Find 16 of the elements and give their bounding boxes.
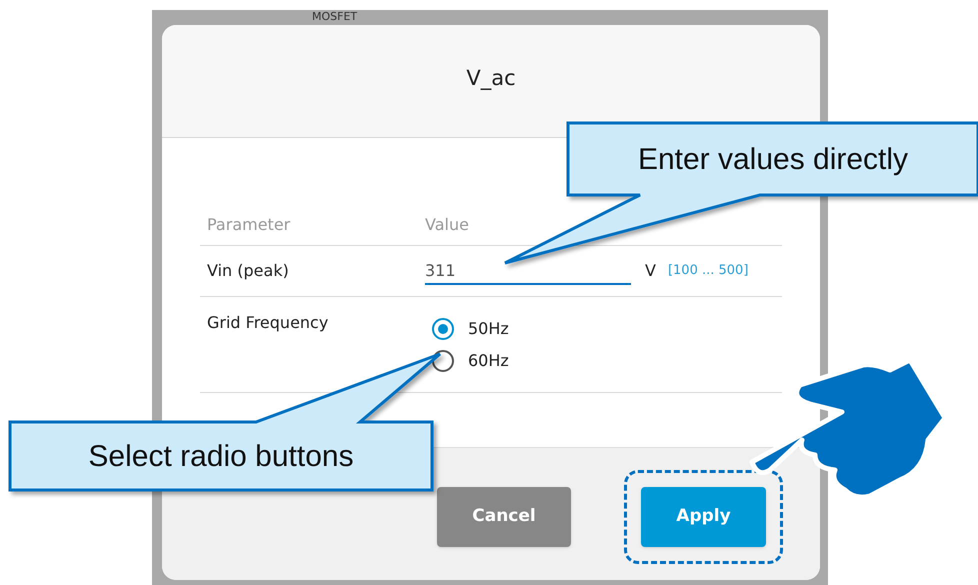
dialog-title: V_ac [466, 65, 516, 92]
apply-button[interactable]: Apply [641, 487, 766, 547]
parameter-label: Grid Frequency [206, 312, 330, 334]
parameter-label: Vin (peak) [206, 260, 290, 282]
radio-button[interactable] [432, 318, 454, 340]
unit-label: V [645, 260, 656, 282]
column-header: Value [425, 214, 469, 236]
radio-label: 60Hz [468, 350, 509, 372]
callout-text: Enter values directly [638, 142, 908, 178]
callout-text: Select radio buttons [88, 438, 354, 474]
range-hint: [100 ... 500] [668, 262, 748, 280]
radio-label: 50Hz [468, 318, 509, 340]
column-header: Parameter [206, 214, 292, 236]
cancel-button[interactable]: Cancel [437, 487, 571, 547]
component-label: MOSFET [312, 10, 358, 24]
radio-button[interactable] [432, 350, 454, 372]
